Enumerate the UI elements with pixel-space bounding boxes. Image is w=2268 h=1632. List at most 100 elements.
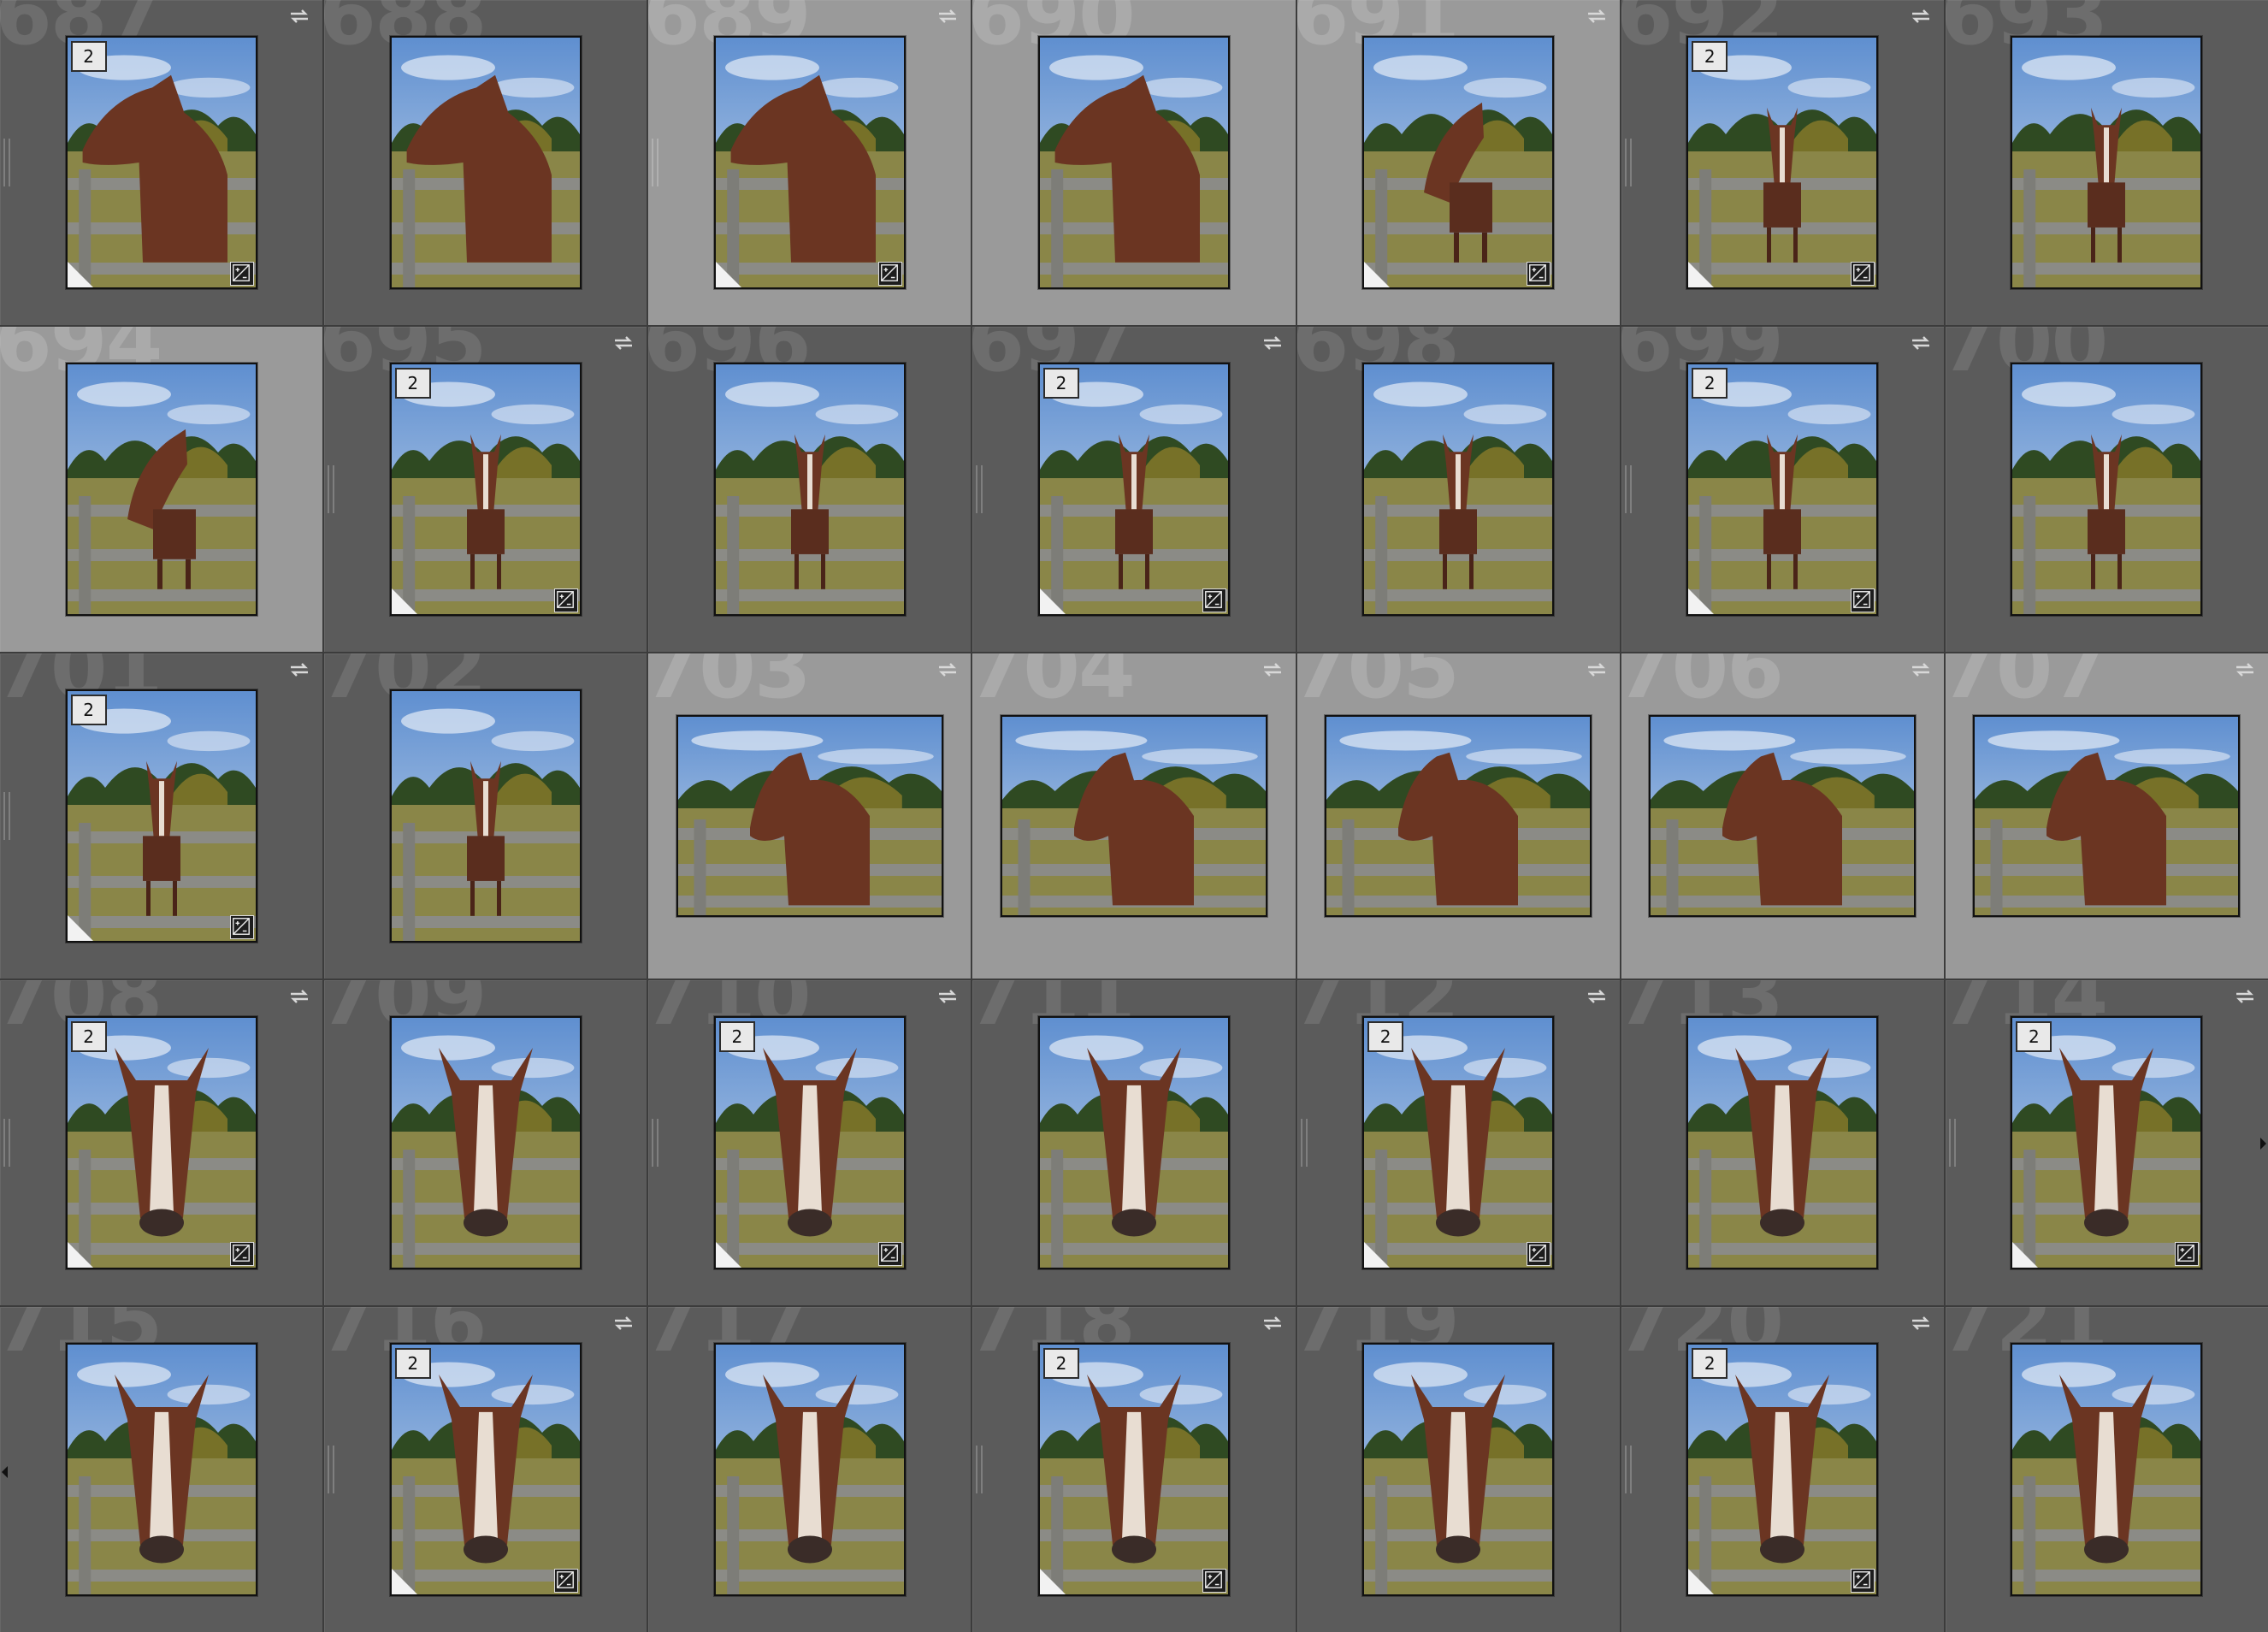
photo-thumbnail[interactable] bbox=[1325, 715, 1592, 917]
flag-corner-icon[interactable] bbox=[67, 1242, 93, 1268]
photo-thumbnail[interactable]: 2 bbox=[65, 689, 257, 943]
filmstrip-cell[interactable]: 700 bbox=[1945, 327, 2268, 652]
stack-count-badge[interactable]: 2 bbox=[394, 368, 431, 399]
filmstrip-cell[interactable]: 691 bbox=[1296, 0, 1620, 325]
drag-handle-icon[interactable] bbox=[328, 465, 335, 513]
sync-arrows-icon[interactable] bbox=[1586, 7, 1608, 26]
photo-thumbnail[interactable]: 2 bbox=[1362, 1016, 1555, 1269]
flag-corner-icon[interactable] bbox=[1364, 262, 1391, 287]
flag-corner-icon[interactable] bbox=[1688, 262, 1715, 287]
develop-adjustments-icon[interactable] bbox=[553, 588, 578, 612]
photo-thumbnail[interactable] bbox=[1649, 715, 1917, 917]
develop-adjustments-icon[interactable] bbox=[1527, 1242, 1551, 1266]
photo-thumbnail[interactable] bbox=[676, 715, 943, 917]
drag-handle-icon[interactable] bbox=[1948, 1119, 1956, 1167]
photo-thumbnail[interactable]: 2 bbox=[1686, 363, 1879, 616]
flag-corner-icon[interactable] bbox=[2012, 1242, 2039, 1268]
photo-thumbnail[interactable] bbox=[2011, 36, 2203, 289]
stack-count-badge[interactable]: 2 bbox=[1692, 368, 1728, 399]
photo-thumbnail[interactable] bbox=[65, 363, 257, 616]
flag-corner-icon[interactable] bbox=[1039, 588, 1066, 614]
filmstrip-cell[interactable]: 690 bbox=[972, 0, 1296, 325]
sync-arrows-icon[interactable] bbox=[2234, 660, 2256, 679]
filmstrip-cell[interactable]: 719 bbox=[1296, 1307, 1620, 1632]
develop-adjustments-icon[interactable] bbox=[877, 1242, 902, 1266]
photo-thumbnail[interactable]: 2 bbox=[713, 1016, 906, 1269]
photo-thumbnail[interactable] bbox=[1362, 1343, 1555, 1596]
drag-handle-icon[interactable] bbox=[976, 465, 983, 513]
scroll-right-arrow-icon[interactable] bbox=[2260, 1138, 2266, 1150]
drag-handle-icon[interactable] bbox=[1624, 465, 1632, 513]
develop-adjustments-icon[interactable] bbox=[1851, 1569, 1875, 1593]
develop-adjustments-icon[interactable] bbox=[1851, 262, 1875, 286]
sync-arrows-icon[interactable] bbox=[288, 660, 310, 679]
sync-arrows-icon[interactable] bbox=[1910, 334, 1932, 352]
stack-count-badge[interactable]: 2 bbox=[70, 1021, 107, 1052]
sync-arrows-icon[interactable] bbox=[1261, 660, 1284, 679]
sync-arrows-icon[interactable] bbox=[288, 7, 310, 26]
sync-arrows-icon[interactable] bbox=[288, 987, 310, 1006]
filmstrip-cell[interactable]: 694 bbox=[0, 327, 323, 652]
photo-thumbnail[interactable] bbox=[1037, 1016, 1230, 1269]
photo-thumbnail[interactable] bbox=[389, 689, 582, 943]
drag-handle-icon[interactable] bbox=[328, 1446, 335, 1493]
filmstrip-cell[interactable]: 692 2 bbox=[1621, 0, 1944, 325]
filmstrip-cell[interactable]: 689 bbox=[648, 0, 972, 325]
photo-thumbnail[interactable]: 2 bbox=[65, 36, 257, 289]
flag-corner-icon[interactable] bbox=[1688, 588, 1715, 614]
photo-thumbnail[interactable]: 2 bbox=[389, 363, 582, 616]
filmstrip-cell[interactable]: 688 bbox=[324, 0, 647, 325]
photo-thumbnail[interactable] bbox=[1037, 36, 1230, 289]
sync-arrows-icon[interactable] bbox=[612, 1314, 635, 1333]
filmstrip-cell[interactable]: 695 2 bbox=[324, 327, 647, 652]
sync-arrows-icon[interactable] bbox=[1586, 660, 1608, 679]
filmstrip-cell[interactable]: 713 bbox=[1621, 980, 1944, 1305]
develop-adjustments-icon[interactable] bbox=[1851, 588, 1875, 612]
develop-adjustments-icon[interactable] bbox=[1527, 262, 1551, 286]
flag-corner-icon[interactable] bbox=[391, 588, 417, 614]
stack-count-badge[interactable]: 2 bbox=[70, 695, 107, 725]
drag-handle-icon[interactable] bbox=[1300, 1119, 1308, 1167]
sync-arrows-icon[interactable] bbox=[612, 334, 635, 352]
filmstrip-cell[interactable]: 702 bbox=[324, 653, 647, 979]
photo-thumbnail[interactable] bbox=[713, 363, 906, 616]
photo-thumbnail[interactable] bbox=[2011, 363, 2203, 616]
drag-handle-icon[interactable] bbox=[652, 1119, 659, 1167]
filmstrip-cell[interactable]: 718 2 bbox=[972, 1307, 1296, 1632]
filmstrip-cell[interactable]: 701 2 bbox=[0, 653, 323, 979]
stack-count-badge[interactable]: 2 bbox=[2016, 1021, 2052, 1052]
drag-handle-icon[interactable] bbox=[1624, 1446, 1632, 1493]
flag-corner-icon[interactable] bbox=[67, 915, 93, 941]
filmstrip-cell[interactable]: 720 2 bbox=[1621, 1307, 1944, 1632]
flag-corner-icon[interactable] bbox=[715, 1242, 741, 1268]
sync-arrows-icon[interactable] bbox=[936, 987, 959, 1006]
photo-thumbnail[interactable]: 2 bbox=[65, 1016, 257, 1269]
scroll-left-arrow-icon[interactable] bbox=[2, 1466, 8, 1478]
develop-adjustments-icon[interactable] bbox=[1202, 588, 1226, 612]
flag-corner-icon[interactable] bbox=[1688, 1569, 1715, 1594]
photo-thumbnail[interactable] bbox=[2011, 1343, 2203, 1596]
flag-corner-icon[interactable] bbox=[67, 262, 93, 287]
flag-corner-icon[interactable] bbox=[1364, 1242, 1391, 1268]
photo-thumbnail[interactable] bbox=[1973, 715, 2241, 917]
stack-count-badge[interactable]: 2 bbox=[1042, 368, 1079, 399]
stack-count-badge[interactable]: 2 bbox=[1042, 1348, 1079, 1379]
filmstrip-cell[interactable]: 717 bbox=[648, 1307, 972, 1632]
develop-adjustments-icon[interactable] bbox=[1202, 1569, 1226, 1593]
sync-arrows-icon[interactable] bbox=[1261, 1314, 1284, 1333]
filmstrip-cell[interactable]: 714 2 bbox=[1945, 980, 2268, 1305]
filmstrip-cell[interactable]: 699 2 bbox=[1621, 327, 1944, 652]
drag-handle-icon[interactable] bbox=[1624, 139, 1632, 186]
develop-adjustments-icon[interactable] bbox=[229, 1242, 254, 1266]
filmstrip-cell[interactable]: 709 bbox=[324, 980, 647, 1305]
drag-handle-icon[interactable] bbox=[3, 792, 10, 840]
develop-adjustments-icon[interactable] bbox=[2175, 1242, 2200, 1266]
stack-count-badge[interactable]: 2 bbox=[718, 1021, 755, 1052]
sync-arrows-icon[interactable] bbox=[1910, 660, 1932, 679]
filmstrip-cell[interactable]: 698 bbox=[1296, 327, 1620, 652]
sync-arrows-icon[interactable] bbox=[1586, 987, 1608, 1006]
photo-thumbnail[interactable]: 2 bbox=[2011, 1016, 2203, 1269]
stack-count-badge[interactable]: 2 bbox=[1692, 41, 1728, 72]
photo-thumbnail[interactable] bbox=[713, 1343, 906, 1596]
drag-handle-icon[interactable] bbox=[3, 139, 10, 186]
